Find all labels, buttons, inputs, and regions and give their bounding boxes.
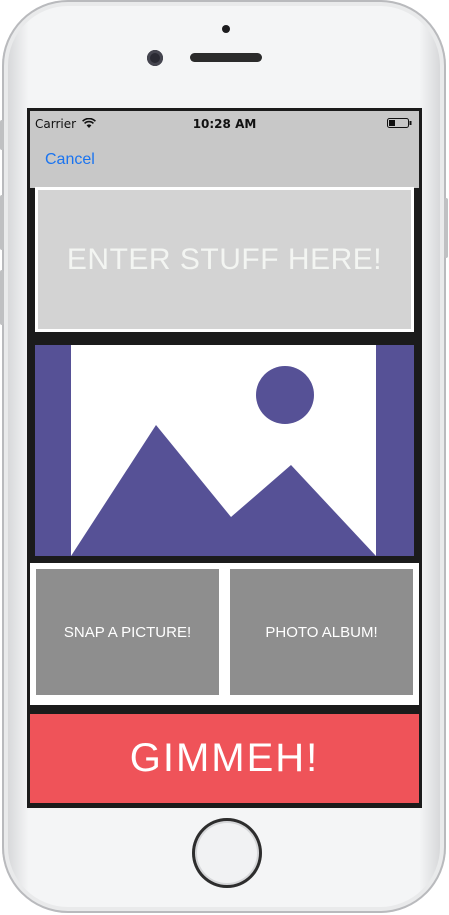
home-button[interactable]	[192, 818, 262, 888]
text-input-field[interactable]: ENTER STUFF HERE!	[35, 187, 414, 332]
app-screen: Carrier 10:28 AM Cancel ENTER STUFF HERE…	[27, 108, 422, 808]
image-preview[interactable]	[35, 345, 414, 556]
gimmeh-button[interactable]: GIMMEH!	[30, 714, 419, 803]
photo-source-row: SNAP A PICTURE! PHOTO ALBUM!	[30, 563, 419, 705]
mute-switch	[0, 120, 4, 150]
navigation-bar: Carrier 10:28 AM Cancel	[30, 111, 419, 188]
power-button	[444, 198, 448, 258]
status-bar: Carrier 10:28 AM	[30, 117, 419, 133]
proximity-sensor	[222, 25, 230, 33]
input-placeholder: ENTER STUFF HERE!	[66, 242, 383, 276]
front-camera	[147, 50, 163, 66]
status-time: 10:28 AM	[192, 117, 257, 131]
photo-album-button[interactable]: PHOTO ALBUM!	[230, 569, 413, 695]
earpiece-speaker	[190, 53, 262, 62]
image-placeholder-icon	[71, 345, 376, 556]
battery-icon	[387, 118, 412, 128]
volume-down-button	[0, 270, 4, 325]
volume-up-button	[0, 195, 4, 250]
cancel-button[interactable]: Cancel	[45, 151, 95, 169]
snap-picture-button[interactable]: SNAP A PICTURE!	[36, 569, 219, 695]
